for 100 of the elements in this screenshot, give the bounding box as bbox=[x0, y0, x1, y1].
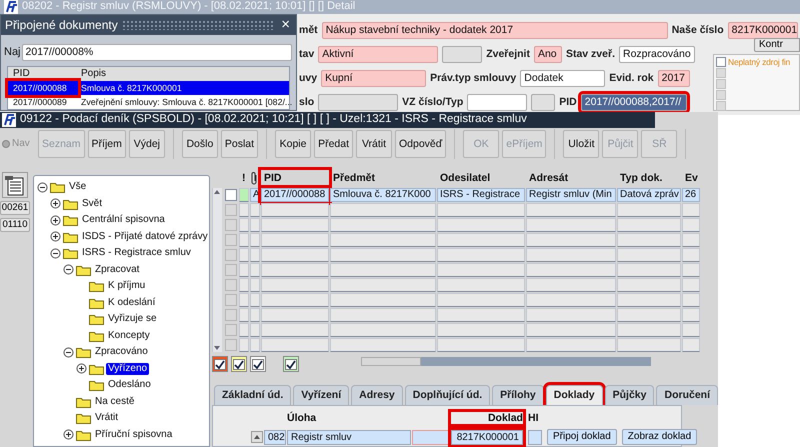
table-cell[interactable] bbox=[616, 338, 681, 352]
table-cell[interactable]: ISRS - Registrace bbox=[436, 188, 525, 202]
table-cell[interactable] bbox=[526, 218, 616, 232]
toolbar-button[interactable]: Předat bbox=[314, 130, 353, 158]
toolbar-button[interactable]: Došlo bbox=[182, 130, 218, 158]
input-field[interactable]: Kupní bbox=[321, 70, 426, 87]
input-field[interactable]: 2017//000088,2017// bbox=[580, 94, 687, 111]
table-cell[interactable] bbox=[330, 248, 436, 262]
table-cell[interactable] bbox=[526, 293, 616, 307]
panel-button[interactable]: Kontr bbox=[754, 38, 800, 52]
table-cell[interactable] bbox=[330, 308, 436, 322]
table-cell[interactable] bbox=[682, 293, 700, 307]
table-cell[interactable] bbox=[260, 218, 329, 232]
side-button[interactable]: 00261 bbox=[0, 201, 30, 215]
tree-item[interactable]: Koncepty bbox=[106, 330, 152, 342]
input-field[interactable]: Nákup stavební techniky - dodatek 2017 bbox=[322, 22, 668, 39]
table-cell[interactable] bbox=[330, 203, 436, 217]
tab[interactable]: Doručení bbox=[656, 385, 718, 405]
table-cell[interactable] bbox=[330, 293, 436, 307]
table-cell[interactable] bbox=[616, 233, 681, 247]
close-button[interactable]: × bbox=[279, 18, 292, 32]
table-cell[interactable] bbox=[682, 278, 700, 292]
input-field[interactable] bbox=[442, 46, 482, 63]
table-cell[interactable] bbox=[682, 308, 700, 322]
table-cell[interactable] bbox=[526, 278, 616, 292]
table-cell[interactable] bbox=[616, 203, 681, 217]
table-cell[interactable] bbox=[260, 248, 329, 262]
tab[interactable]: Doklady bbox=[546, 385, 603, 405]
expand-icon[interactable] bbox=[50, 198, 61, 210]
action-button[interactable]: Zobraz doklad bbox=[622, 429, 698, 445]
table-cell[interactable] bbox=[616, 248, 681, 262]
input-field[interactable] bbox=[318, 94, 398, 111]
table-cell[interactable] bbox=[682, 338, 700, 352]
input-field[interactable]: Aktivní bbox=[318, 46, 438, 63]
toolbar-button[interactable]: Příjem bbox=[88, 130, 126, 158]
input-field[interactable] bbox=[412, 430, 450, 444]
table-cell[interactable] bbox=[616, 263, 681, 277]
toolbar-button[interactable]: Odpověď bbox=[395, 130, 446, 158]
table-cell[interactable] bbox=[526, 248, 616, 262]
tab[interactable]: Základní úd. bbox=[214, 385, 292, 405]
collapse-icon[interactable] bbox=[63, 346, 74, 358]
table-cell[interactable] bbox=[260, 263, 329, 277]
expand-icon[interactable] bbox=[63, 429, 74, 440]
tree-item[interactable]: Vyřizuje se bbox=[106, 313, 159, 326]
filter-checkbox[interactable] bbox=[250, 356, 266, 372]
table-cell[interactable] bbox=[260, 323, 329, 337]
tree-item[interactable]: Centrální spisovna bbox=[80, 214, 167, 226]
table-cell[interactable] bbox=[260, 308, 329, 322]
table-cell[interactable] bbox=[260, 233, 329, 247]
collapse-icon[interactable] bbox=[37, 182, 48, 193]
table-cell[interactable] bbox=[330, 233, 436, 247]
row-checkbox[interactable] bbox=[224, 189, 237, 201]
table-cell[interactable] bbox=[436, 233, 525, 247]
table-cell[interactable] bbox=[616, 218, 681, 232]
table-cell[interactable] bbox=[616, 323, 681, 337]
table-cell[interactable] bbox=[260, 293, 329, 307]
tree-item[interactable]: ISDS - Přijaté datové zprávy bbox=[80, 230, 209, 243]
toolbar-button[interactable]: Vrátit bbox=[356, 130, 392, 158]
tree-item[interactable]: Vše bbox=[67, 181, 88, 194]
table-cell[interactable] bbox=[682, 233, 700, 247]
table-cell[interactable] bbox=[616, 293, 681, 307]
list-row[interactable]: 2017//000089 Zveřejnění smlouvy: Smlouva č. 8217K000001 [082/... bbox=[8, 95, 289, 109]
side-button[interactable]: 01110 bbox=[0, 218, 30, 232]
tab[interactable]: Doplňující úd. bbox=[404, 385, 490, 405]
table-cell[interactable] bbox=[330, 338, 436, 352]
table-cell[interactable]: Datová zpráv bbox=[616, 188, 681, 202]
table-cell[interactable] bbox=[436, 308, 525, 322]
table-cell[interactable]: 2017//000088 bbox=[260, 188, 329, 202]
collapse-icon[interactable] bbox=[63, 264, 74, 276]
tab[interactable]: Vyřízení bbox=[293, 385, 350, 405]
tab[interactable]: Přílohy bbox=[492, 385, 544, 405]
toolbar-button[interactable]: Poslat bbox=[220, 130, 258, 158]
table-cell[interactable] bbox=[682, 263, 700, 277]
toolbar-button[interactable]: Kopie bbox=[275, 130, 312, 158]
collapse-icon[interactable] bbox=[50, 248, 61, 259]
table-cell[interactable] bbox=[526, 308, 616, 322]
expand-icon[interactable] bbox=[50, 214, 61, 226]
table-cell[interactable] bbox=[436, 338, 525, 352]
tree-item[interactable]: K odeslání bbox=[106, 296, 158, 309]
input-field[interactable]: Ano bbox=[534, 46, 562, 63]
toolbar-button[interactable]: Výdej bbox=[128, 130, 165, 158]
tree-item[interactable]: ISRS - Registrace smluv bbox=[80, 247, 193, 260]
table-cell[interactable] bbox=[616, 278, 681, 292]
tree-item[interactable]: Vrátit bbox=[93, 412, 120, 424]
tab[interactable]: Adresy bbox=[351, 385, 403, 405]
input-field[interactable]: 8217K000001 bbox=[728, 22, 798, 39]
toolbar-button[interactable]: Uložit bbox=[563, 130, 600, 158]
table-cell[interactable] bbox=[526, 263, 616, 277]
vertical-scrollbar[interactable] bbox=[212, 188, 222, 352]
table-cell[interactable] bbox=[436, 263, 525, 277]
table-cell[interactable] bbox=[682, 323, 700, 337]
table-cell[interactable]: 26 bbox=[682, 188, 700, 202]
tree-item[interactable]: Zpracovat bbox=[93, 264, 142, 276]
input-field[interactable]: Rozpracováno bbox=[618, 46, 695, 63]
tree-item[interactable]: Na cestě bbox=[93, 396, 136, 408]
tree-item[interactable]: K příjmu bbox=[106, 280, 148, 292]
tree-item[interactable]: Zpracováno bbox=[93, 346, 150, 358]
table-cell[interactable] bbox=[330, 218, 436, 232]
search-field[interactable]: 2017//00008% bbox=[22, 44, 292, 61]
input-field[interactable] bbox=[467, 94, 528, 111]
